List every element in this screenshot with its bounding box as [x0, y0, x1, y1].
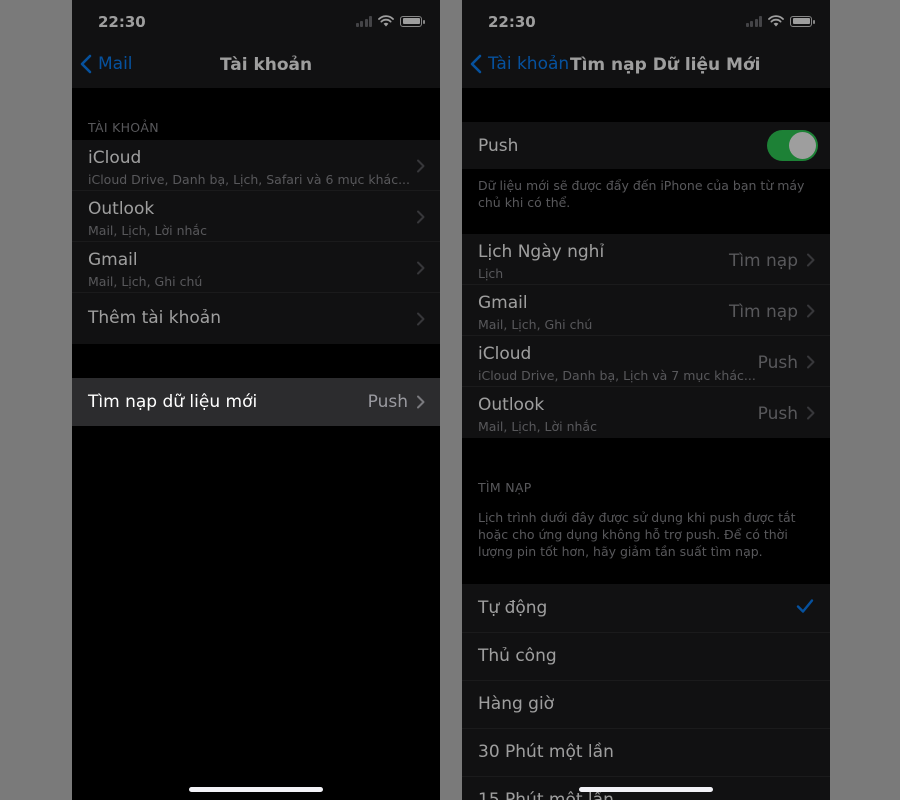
back-button[interactable]: Mail — [80, 54, 133, 74]
account-title: iCloud — [478, 344, 532, 364]
push-row: Push — [462, 122, 830, 169]
wifi-icon — [378, 15, 394, 27]
push-label: Push — [478, 136, 519, 156]
schedule-option-hourly[interactable]: Hàng giờ — [462, 681, 830, 729]
page-title: Tài khoản — [220, 55, 313, 75]
fetch-schedule-list: Tự động Thủ công Hàng giờ 30 Phút một lầ… — [462, 584, 830, 800]
account-fetch-row[interactable]: iCloud iCloud Drive, Danh bạ, Lịch và 7 … — [462, 336, 830, 387]
account-fetch-value: Tìm nạp — [728, 251, 798, 271]
chevron-right-icon — [807, 406, 815, 420]
schedule-option-30-min[interactable]: 30 Phút một lần — [462, 729, 830, 777]
chevron-right-icon — [807, 355, 815, 369]
add-account-row[interactable]: Thêm tài khoản — [72, 293, 440, 344]
schedule-option-automatic[interactable]: Tự động — [462, 584, 830, 633]
account-title: Gmail — [88, 250, 138, 270]
fetch-new-data-group: Tìm nạp dữ liệu mới Push — [72, 378, 440, 426]
account-title: Gmail — [478, 293, 528, 313]
account-row-gmail[interactable]: Gmail Mail, Lịch, Ghi chú — [72, 242, 440, 293]
home-indicator[interactable] — [579, 787, 713, 792]
status-time: 22:30 — [98, 13, 146, 31]
chevron-left-icon — [470, 54, 482, 74]
account-subtitle: Mail, Lịch, Ghi chú — [478, 317, 593, 332]
checkmark-icon — [796, 599, 814, 613]
schedule-option-label: Thủ công — [478, 646, 557, 666]
schedule-option-label: Hàng giờ — [478, 694, 555, 714]
status-time: 22:30 — [488, 13, 536, 31]
accounts-list: iCloud iCloud Drive, Danh bạ, Lịch, Safa… — [72, 140, 440, 344]
account-subtitle: Mail, Lịch, Ghi chú — [88, 274, 203, 289]
account-subtitle: iCloud Drive, Danh bạ, Lịch và 7 mục khá… — [478, 368, 756, 383]
account-subtitle: Mail, Lịch, Lời nhắc — [88, 223, 207, 238]
fetch-new-data-value: Push — [367, 392, 408, 412]
account-fetch-value: Tìm nạp — [728, 302, 798, 322]
home-indicator[interactable] — [189, 787, 323, 792]
push-footer-text: Dữ liệu mới sẽ được đẩy đến iPhone của b… — [478, 178, 805, 210]
account-fetch-row[interactable]: Gmail Mail, Lịch, Ghi chú Tìm nạp — [462, 285, 830, 336]
account-row-icloud[interactable]: iCloud iCloud Drive, Danh bạ, Lịch, Safa… — [72, 140, 440, 191]
status-icons — [355, 15, 425, 27]
battery-icon — [790, 15, 815, 27]
status-bar: 22:30 — [462, 0, 830, 44]
status-icons — [745, 15, 815, 27]
chevron-left-icon — [80, 54, 92, 74]
account-fetch-value: Push — [757, 353, 798, 373]
back-button-label: Mail — [98, 54, 133, 74]
section-header-fetch: TÌM NẠP — [478, 480, 532, 495]
account-fetch-row[interactable]: Lịch Ngày nghỉ Lịch Tìm nạp — [462, 234, 830, 285]
chevron-right-icon — [417, 312, 425, 326]
push-group: Push — [462, 122, 830, 169]
page-title: Tìm nạp Dữ liệu Mới — [570, 55, 761, 75]
toggle-knob — [789, 132, 816, 159]
left-phone-screen: 22:30 Mail Tài khoản TÀI KHOẢN iCloud iC… — [72, 0, 440, 800]
account-subtitle: Lịch — [478, 266, 504, 281]
back-button[interactable]: Tài khoản — [470, 54, 569, 74]
account-title: Outlook — [88, 199, 155, 219]
chevron-right-icon — [417, 210, 425, 224]
schedule-option-label: 30 Phút một lần — [478, 742, 614, 762]
section-header-accounts: TÀI KHOẢN — [88, 120, 159, 135]
back-button-label: Tài khoản — [488, 54, 570, 74]
account-fetch-list: Lịch Ngày nghỉ Lịch Tìm nạp Gmail Mail, … — [462, 234, 830, 438]
account-fetch-row[interactable]: Outlook Mail, Lịch, Lời nhắc Push — [462, 387, 830, 438]
navigation-bar: Tài khoản Tìm nạp Dữ liệu Mới — [462, 44, 830, 88]
account-fetch-value: Push — [757, 404, 798, 424]
wifi-icon — [768, 15, 784, 27]
navigation-bar: Mail Tài khoản — [72, 44, 440, 88]
fetch-new-data-label: Tìm nạp dữ liệu mới — [88, 392, 258, 412]
battery-icon — [400, 15, 425, 27]
schedule-option-label: Tự động — [478, 598, 548, 618]
chevron-right-icon — [807, 253, 815, 267]
chevron-right-icon — [417, 159, 425, 173]
chevron-right-icon — [807, 304, 815, 318]
account-title: Lịch Ngày nghỉ — [478, 242, 605, 262]
account-title: Outlook — [478, 395, 545, 415]
right-phone-screen: 22:30 Tài khoản Tìm nạp Dữ liệu Mới Push… — [462, 0, 830, 800]
account-subtitle: Mail, Lịch, Lời nhắc — [478, 419, 597, 434]
account-subtitle: iCloud Drive, Danh bạ, Lịch, Safari và 6… — [88, 172, 411, 187]
cellular-signal-icon — [745, 15, 762, 27]
chevron-right-icon — [417, 395, 425, 409]
account-row-outlook[interactable]: Outlook Mail, Lịch, Lời nhắc — [72, 191, 440, 242]
cellular-signal-icon — [355, 15, 372, 27]
schedule-option-manual[interactable]: Thủ công — [462, 633, 830, 681]
fetch-description-text: Lịch trình dưới đây được sử dụng khi pus… — [478, 510, 796, 559]
fetch-new-data-row[interactable]: Tìm nạp dữ liệu mới Push — [72, 378, 440, 426]
account-title: iCloud — [88, 148, 142, 168]
add-account-label: Thêm tài khoản — [88, 308, 222, 328]
chevron-right-icon — [417, 261, 425, 275]
push-toggle[interactable] — [767, 130, 818, 161]
status-bar: 22:30 — [72, 0, 440, 44]
